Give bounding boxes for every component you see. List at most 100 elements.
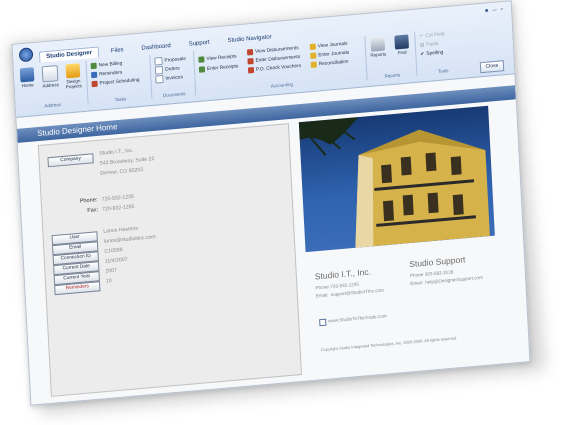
- group-address: Home Address Design Projects Address: [15, 60, 89, 111]
- reports-label: Reports: [370, 51, 387, 58]
- design-projects-icon: [65, 63, 81, 79]
- po-check-vouchers-button[interactable]: P.O. Check Vouchers: [247, 63, 302, 74]
- reconciliation-icon: [310, 61, 317, 69]
- fax-label: Fax:: [87, 207, 99, 215]
- company-address-line1: 543 Broadway, Suite 22: [99, 156, 155, 167]
- orders-label: Orders: [164, 65, 180, 73]
- reconciliation-button[interactable]: Reconciliation: [310, 59, 349, 69]
- po-check-vouchers-label: P.O. Check Vouchers: [255, 63, 302, 73]
- spelling-button[interactable]: ✔ Spelling: [420, 50, 443, 57]
- reconciliation-label: Reconciliation: [318, 59, 349, 67]
- enter-receipts-label: Enter Receipts: [206, 63, 239, 72]
- view-receipts-label: View Receipts: [206, 53, 237, 62]
- company-email-label: Email:: [315, 292, 329, 299]
- design-projects-label: Design Projects: [65, 78, 82, 90]
- view-disbursements-icon: [246, 48, 254, 56]
- maximize-icon[interactable]: ▫: [500, 6, 503, 13]
- cut-label: Cut Field: [425, 32, 445, 39]
- support-email: help@DesignerSupport.com: [425, 274, 483, 285]
- connection-id-value: C10589: [104, 247, 123, 255]
- support-phone-label: Phone:: [409, 271, 425, 279]
- invoices-button[interactable]: Invoices: [155, 73, 184, 84]
- support-phone: 303-682-3128: [424, 269, 454, 277]
- group-label-tasks: Tasks: [114, 96, 127, 103]
- help-icon[interactable]: ●: [484, 7, 489, 14]
- reminders-value: 10: [105, 278, 112, 285]
- email-value: lance@studioitinc.com: [103, 234, 156, 245]
- support-email-label: Email:: [410, 280, 424, 287]
- reminders-label: Reminders: [99, 69, 123, 77]
- current-date-value: 11/4/2007: [104, 256, 128, 265]
- tab-files[interactable]: Files: [105, 45, 130, 57]
- proposals-button[interactable]: Proposals: [154, 55, 186, 66]
- home-button-label: Home: [21, 82, 34, 89]
- proposals-icon: [154, 56, 163, 66]
- address-icon: [41, 65, 59, 83]
- tab-support[interactable]: Support: [182, 37, 215, 50]
- home-icon: [19, 67, 35, 83]
- view-receipts-button[interactable]: View Receipts: [198, 53, 237, 63]
- new-billing-button[interactable]: New Billing: [90, 60, 123, 70]
- binoculars-icon: [394, 34, 410, 50]
- website-link[interactable]: www.StudioToTheTrade.com: [328, 313, 387, 323]
- company-info-title: Studio I.T., Inc.: [314, 266, 372, 282]
- design-projects-button[interactable]: Design Projects: [62, 63, 85, 90]
- proposals-label: Proposals: [164, 56, 186, 64]
- copyright-text: Copyright Studio Integrated Technologies…: [320, 335, 458, 353]
- reports-button[interactable]: Reports: [366, 36, 389, 58]
- company-address-line2: Denver, CO 80203: [100, 167, 144, 177]
- home-button[interactable]: Home: [16, 67, 39, 89]
- enter-disbursements-label: Enter Disbursements: [255, 54, 301, 64]
- close-button[interactable]: Close: [479, 60, 505, 74]
- enter-receipts-button[interactable]: Enter Receipts: [198, 63, 239, 73]
- company-phone-label: Phone:: [315, 284, 331, 291]
- current-year-value: 2007: [105, 267, 118, 275]
- paste-button[interactable]: ▤ Paste: [420, 42, 439, 49]
- group-label-tools: Tools: [437, 68, 449, 74]
- view-journals-button[interactable]: View Journals: [309, 41, 348, 51]
- reminders-icon: [91, 71, 98, 79]
- invoices-icon: [155, 74, 164, 84]
- building-photo-image: [298, 117, 490, 248]
- window-controls: ● – ▫: [484, 6, 503, 15]
- user-value: Lance Hastens: [103, 225, 139, 235]
- enter-disbursements-icon: [247, 57, 254, 65]
- group-tools: ✂ Cut Field ▤ Paste ✔ Spelling Tools: [416, 27, 468, 75]
- group-tasks: New Billing Reminders Project Scheduling…: [87, 54, 153, 105]
- company-phone: 720-932-1235: [330, 281, 360, 290]
- enter-journals-button[interactable]: Enter Journals: [310, 50, 350, 60]
- group-label-address: Address: [44, 101, 62, 109]
- scheduling-icon: [91, 80, 98, 88]
- reminders-button[interactable]: Reminders: [91, 69, 123, 79]
- group-reports: Reports Find Reports: [366, 31, 418, 81]
- building-photo: [298, 105, 495, 253]
- invoices-label: Invoices: [165, 74, 184, 82]
- printer-icon: [370, 36, 386, 52]
- find-button[interactable]: Find: [390, 34, 413, 56]
- phone-value: 720-932-1235: [101, 193, 135, 203]
- billing-icon: [90, 62, 97, 70]
- find-label: Find: [397, 49, 407, 56]
- vouchers-icon: [247, 66, 255, 74]
- new-billing-label: New Billing: [98, 60, 123, 68]
- enter-journals-icon: [310, 52, 317, 60]
- website-checkbox[interactable]: [319, 318, 327, 327]
- minimize-icon[interactable]: –: [493, 7, 497, 14]
- group-label-accounting: Accounting: [270, 81, 294, 89]
- enter-receipts-icon: [198, 66, 206, 73]
- view-journals-icon: [309, 43, 316, 51]
- support-info-title: Studio Support: [409, 254, 466, 270]
- cut-button[interactable]: ✂ Cut Field: [419, 32, 444, 39]
- project-scheduling-button[interactable]: Project Scheduling: [91, 77, 140, 88]
- view-disbursements-label: View Disbursements: [254, 45, 299, 55]
- enter-journals-label: Enter Journals: [318, 50, 350, 58]
- clipboard-icon: ▤: [419, 43, 425, 49]
- app-logo-icon[interactable]: [18, 47, 34, 63]
- group-documents: Proposals Orders Invoices Documents: [151, 51, 197, 99]
- address-button[interactable]: Address: [39, 65, 62, 89]
- phone-label: Phone:: [79, 197, 98, 205]
- view-receipts-icon: [198, 56, 205, 63]
- company-button[interactable]: Company: [47, 153, 94, 168]
- app-window: Studio Designer Files Dashboard Support …: [11, 0, 531, 406]
- orders-icon: [154, 65, 164, 75]
